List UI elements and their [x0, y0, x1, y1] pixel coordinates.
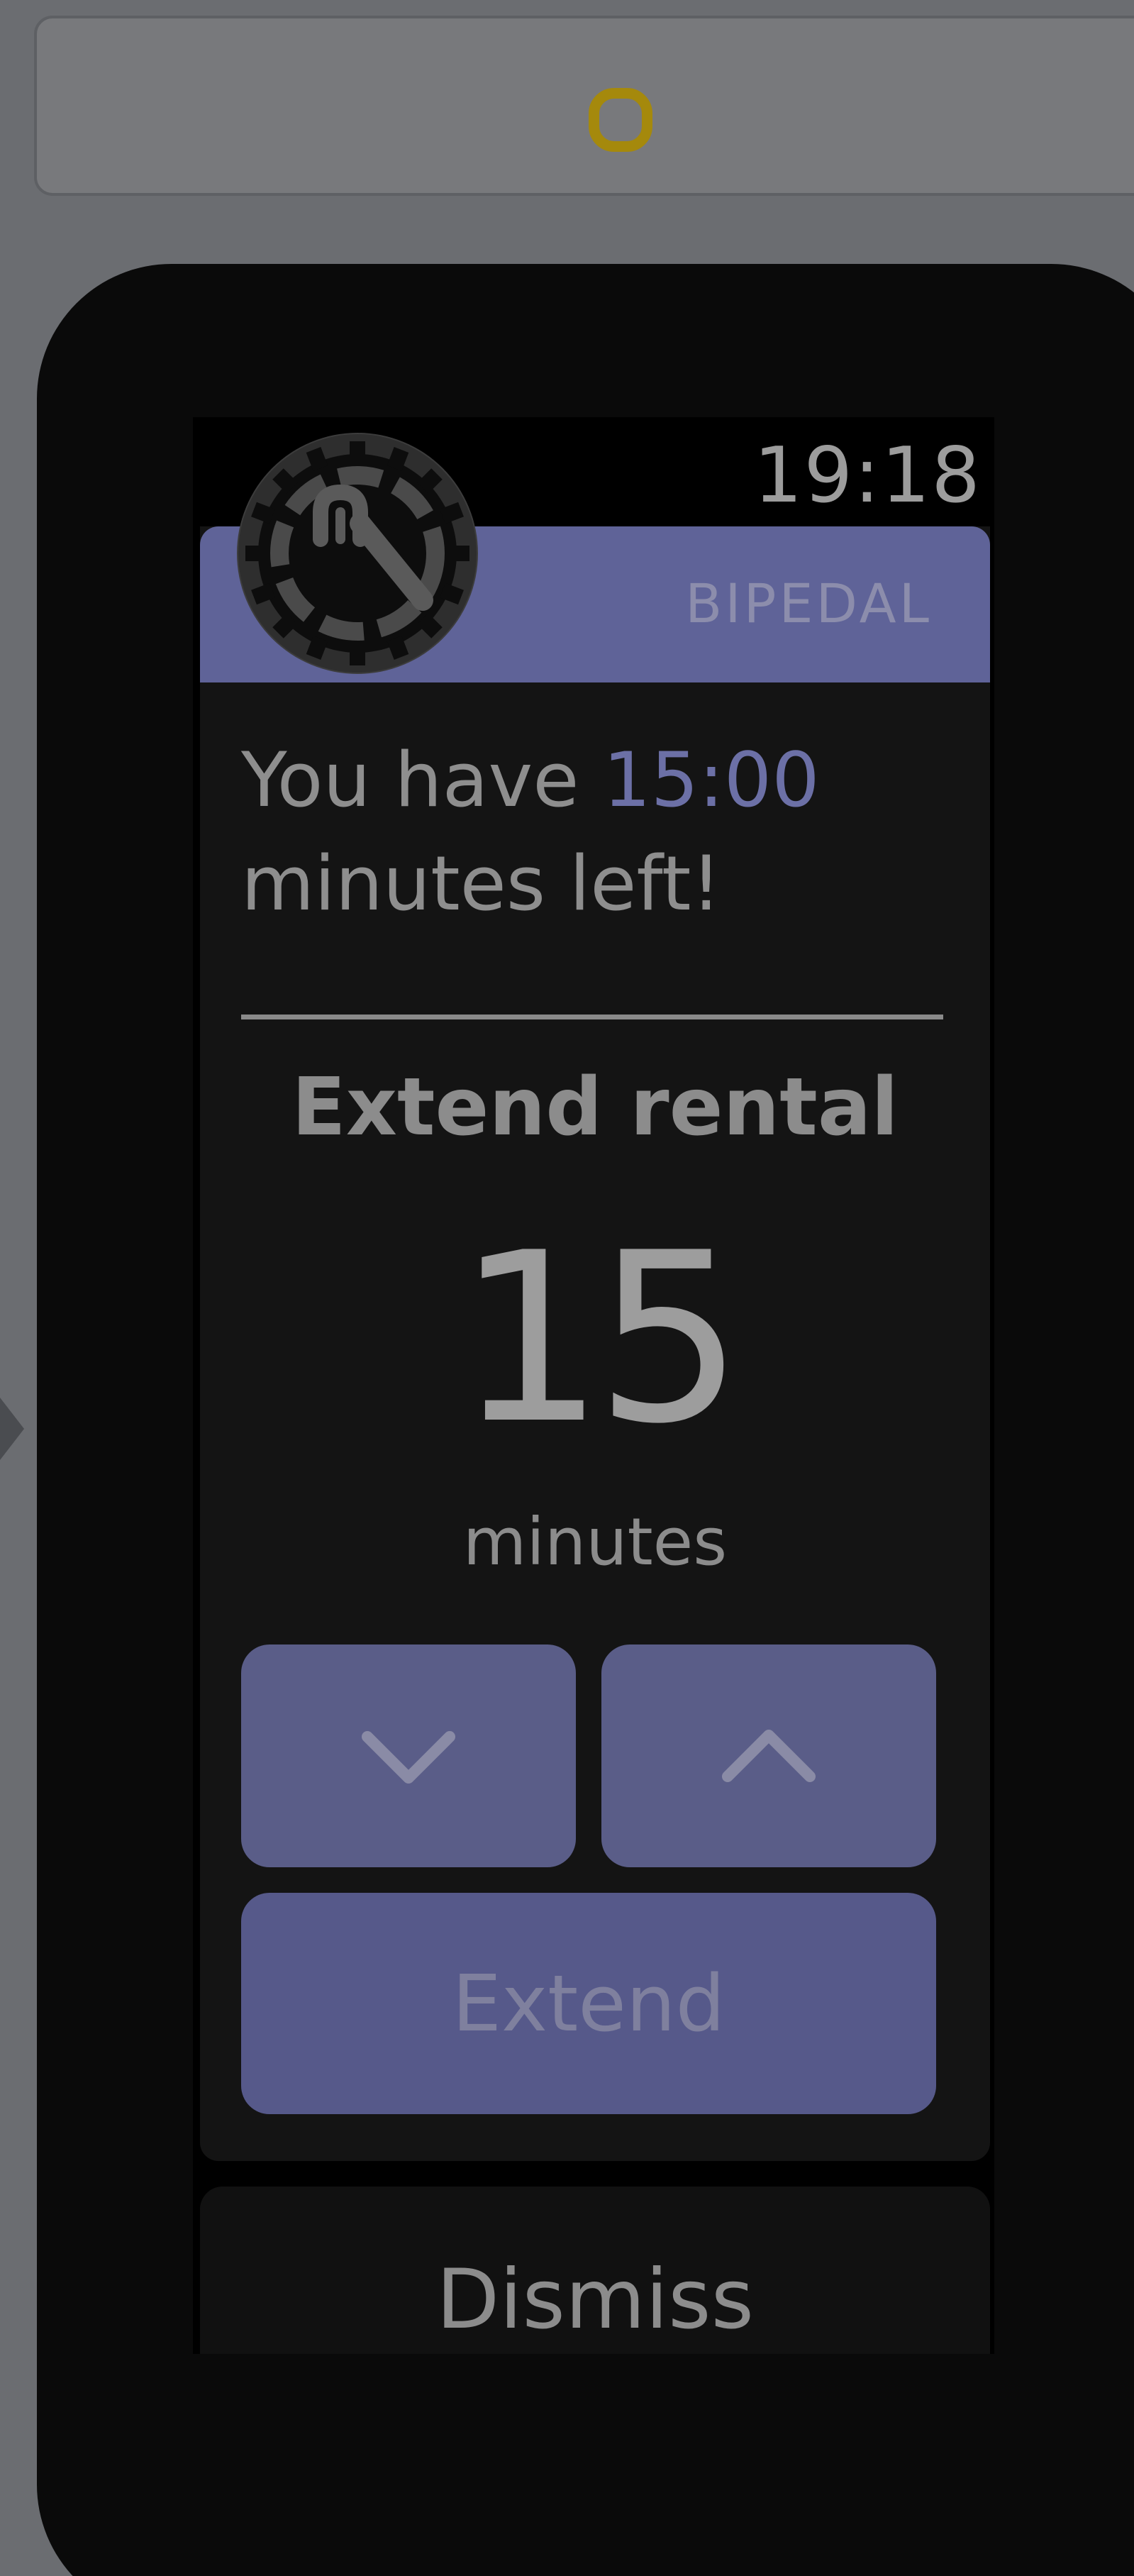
message-suffix: minutes left! — [241, 840, 721, 927]
extend-button[interactable]: Extend — [241, 1893, 936, 2114]
minutes-label: minutes — [462, 1504, 728, 1580]
canvas: 19:18 BIPEDAL You have 15:00 minutes lef… — [0, 0, 1134, 2576]
status-time: 19:18 — [753, 431, 982, 520]
extend-rental-title: Extend rental — [291, 1061, 899, 1154]
watch-screen: 19:18 BIPEDAL You have 15:00 minutes lef… — [193, 417, 994, 2354]
gear-bike-logo-icon — [237, 433, 478, 674]
minutes-value: 15 — [456, 1203, 744, 1475]
chevron-up-icon — [722, 1730, 816, 1782]
entry-point-arrow-icon — [0, 1398, 24, 1460]
increase-minutes-button[interactable] — [601, 1644, 936, 1867]
divider — [241, 1015, 943, 1019]
dismiss-button[interactable]: Dismiss — [200, 2187, 990, 2354]
notification-card: BIPEDAL You have 15:00 minutes left! Ext… — [200, 526, 990, 2161]
notification-message: You have 15:00 minutes left! — [241, 729, 950, 936]
message-prefix: You have — [241, 736, 604, 824]
app-name: BIPEDAL — [685, 572, 932, 635]
decrease-minutes-button[interactable] — [241, 1644, 576, 1867]
toolbar — [34, 16, 1134, 196]
stop-icon[interactable] — [589, 88, 652, 152]
time-left: 15:00 — [603, 736, 820, 824]
chevron-down-icon — [362, 1731, 455, 1784]
